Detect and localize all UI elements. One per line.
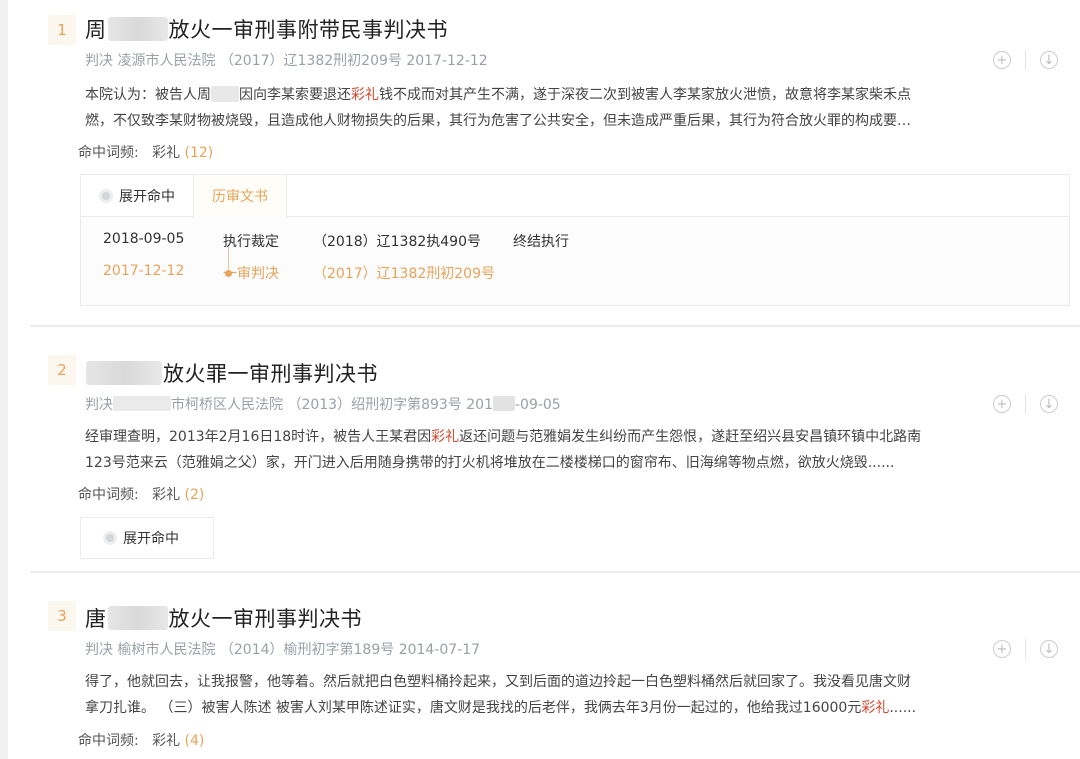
result-actions: + ↓ [993, 50, 1058, 70]
plus-circle-icon[interactable]: + [993, 395, 1011, 413]
download-circle-icon[interactable]: ↓ [1040, 640, 1058, 658]
action-divider [1025, 50, 1026, 70]
title-text-start[interactable]: 唐 [85, 607, 107, 631]
result-abstract: 经审理查明，2013年2月16日18时许，被告人王某君因彩礼返还问题与范雅娟发生… [85, 424, 1065, 476]
title-text[interactable]: 放火罪一审刑事判决书 [163, 362, 378, 386]
result-abstract: 得了，他就回去，让我报警，他等着。然后就把白色塑料桶拎起来，又到后面的道边拎起一… [85, 669, 1065, 721]
result-meta: 判决 凌源市人民法院 （2017）辽1382刑初209号 2017-12-12 [85, 53, 488, 69]
result-title[interactable]: 周 放火一审刑事附带民事判决书 [85, 14, 448, 44]
result-actions: + ↓ [993, 394, 1058, 414]
redacted-city [113, 396, 171, 411]
panel-tabs: 展开命中 历审文书 [81, 174, 1069, 217]
plus-circle-icon[interactable]: + [993, 51, 1011, 69]
result-meta: 判决 榆树市人民法院 （2014）榆刑初字第189号 2014-07-17 [85, 642, 481, 658]
hit-frequency: 命中词频: 彩礼 (4) [78, 733, 205, 749]
download-circle-icon[interactable]: ↓ [1040, 395, 1058, 413]
download-circle-icon[interactable]: ↓ [1040, 51, 1058, 69]
redacted-name [107, 17, 168, 41]
redacted-name [211, 86, 239, 102]
result-actions: + ↓ [993, 639, 1058, 659]
action-divider [1025, 639, 1026, 659]
result-detail-panel: 展开命中 历审文书 2018-09-05 执行裁定 （2018）辽1382执49… [80, 174, 1070, 306]
redacted-name [86, 361, 162, 385]
result-title[interactable]: 唐 放火一审刑事判决书 [85, 603, 362, 633]
abstract-line-1: 本院认为：被告人周 因向李某索要退还彩礼钱不成而对其产生不满，遂于深夜二次到被害人… [85, 86, 911, 103]
abstract-line-2: 123号范来云（范雅娟之父）家，开门进入后用随身携带的打火机将堆放在二楼楼梯口的… [85, 455, 895, 471]
tab-trial-history[interactable]: 历审文书 [194, 174, 287, 217]
result-abstract: 本院认为：被告人周 因向李某索要退还彩礼钱不成而对其产生不满，遂于深夜二次到被害人… [85, 82, 1065, 134]
radio-icon [103, 531, 117, 545]
result-meta: 判决 市柯桥区人民法院 （2013）绍刑初字第893号 201 -09-05 [85, 396, 561, 413]
abstract-line-1: 经审理查明，2013年2月16日18时许，被告人王某君因彩礼返还问题与范雅娟发生… [85, 429, 922, 445]
result-title[interactable]: 放火罪一审刑事判决书 [85, 358, 378, 388]
search-results-page: 1 周 放火一审刑事附带民事判决书 判决 凌源市人民法院 （2017）辽1382刑… [0, 0, 1080, 759]
tab-expand-hits[interactable]: 展开命中 [81, 174, 194, 217]
abstract-line-2: 燃，不仅致李某财物被烧毁，且造成他人财物损失的后果，其行为危害了公共安全，但未造… [85, 113, 911, 129]
result-index: 2 [48, 355, 76, 385]
tab-expand-hits[interactable]: 展开命中 [80, 517, 214, 559]
result-item-2: 2 放火罪一审刑事判决书 判决 市柯桥区人民法院 （2013）绍刑初字第893号 … [40, 327, 1080, 572]
title-text-end[interactable]: 放火一审刑事判决书 [169, 607, 363, 631]
abstract-line-1: 得了，他就回去，让我报警，他等着。然后就把白色塑料桶拎起来，又到后面的道边拎起一… [85, 674, 911, 690]
trial-timeline: 2018-09-05 执行裁定 （2018）辽1382执490号 终结执行 20… [81, 217, 1069, 305]
result-index: 1 [48, 15, 76, 45]
title-text-start[interactable]: 周 [85, 18, 107, 42]
radio-icon [99, 188, 113, 203]
result-index: 3 [48, 601, 76, 631]
result-item-1: 1 周 放火一审刑事附带民事判决书 判决 凌源市人民法院 （2017）辽1382刑… [40, 0, 1080, 326]
keyword-highlight: 彩礼 [861, 700, 890, 716]
redacted-name [107, 606, 168, 630]
redacted-digit [492, 396, 515, 411]
keyword-highlight: 彩礼 [431, 429, 460, 445]
keyword-highlight: 彩礼 [351, 87, 379, 103]
title-text-end[interactable]: 放火一审刑事附带民事判决书 [169, 18, 449, 42]
hit-frequency: 命中词频: 彩礼 (12) [78, 145, 214, 161]
timeline-row[interactable]: 2018-09-05 执行裁定 （2018）辽1382执490号 终结执行 [103, 231, 569, 251]
result-item-3: 3 唐 放火一审刑事判决书 判决 榆树市人民法院 （2014）榆刑初字第189号 … [40, 573, 1080, 759]
abstract-line-2: 拿刀扎谁。 （三）被害人陈述 被害人刘某甲陈述证实，唐文财是我找的后老伴，我俩去… [85, 700, 917, 716]
action-divider [1025, 394, 1026, 414]
plus-circle-icon[interactable]: + [993, 640, 1011, 658]
hit-frequency: 命中词频: 彩礼 (2) [78, 487, 205, 503]
left-border [0, 0, 8, 759]
timeline-row-current[interactable]: 2017-12-12 一审判决 （2017）辽1382刑初209号 [103, 263, 513, 283]
